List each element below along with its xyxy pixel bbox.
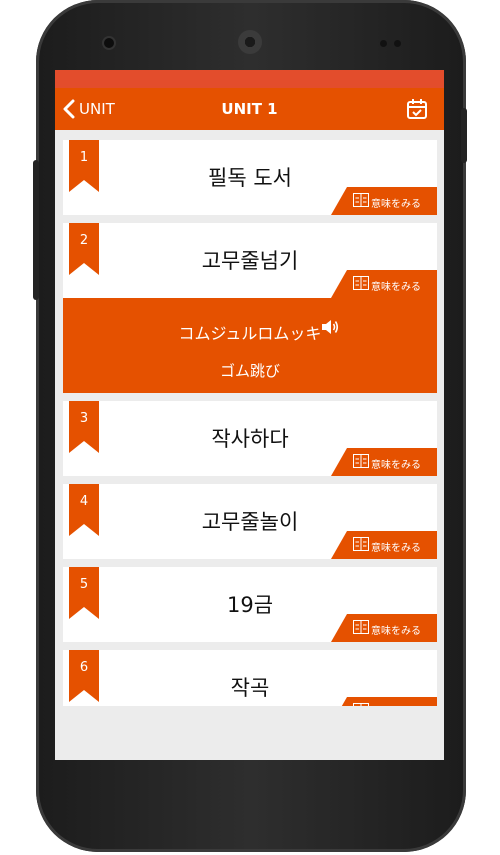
- dictionary-icon: [353, 620, 369, 634]
- show-meaning-button[interactable]: 意味をみる: [331, 614, 437, 642]
- show-meaning-button[interactable]: 意味をみる: [331, 697, 437, 706]
- item-number: 2: [79, 233, 89, 248]
- show-meaning-button[interactable]: 意味をみる: [331, 448, 437, 476]
- calendar-check-icon[interactable]: [406, 98, 428, 120]
- item-number: 5: [79, 577, 89, 592]
- item-number: 4: [79, 494, 89, 509]
- meaning-panel: コムジュルロムッキ ゴム跳び: [63, 298, 437, 393]
- item-number: 6: [79, 660, 89, 675]
- power-button: [461, 108, 467, 163]
- bookmark-icon: [69, 401, 99, 453]
- word-card[interactable]: 2 고무줄넘기 意味をみる: [63, 223, 437, 298]
- show-meaning-label: 意味をみる: [371, 282, 421, 293]
- show-meaning-button[interactable]: 意味をみる: [331, 531, 437, 559]
- dictionary-icon: [353, 454, 369, 468]
- speaker-icon[interactable]: [321, 318, 339, 336]
- sensor-dot: [380, 40, 387, 47]
- word-card[interactable]: 3 작사하다 意味をみる: [63, 401, 437, 476]
- dictionary-icon: [353, 703, 369, 706]
- pronunciation-text: コムジュルロムッキ: [178, 324, 322, 343]
- bookmark-icon: [69, 650, 99, 702]
- show-meaning-label: 意味をみる: [371, 460, 421, 471]
- translation-text: ゴム跳び: [219, 362, 280, 380]
- volume-button: [33, 160, 39, 300]
- word-card[interactable]: 5 19금 意味をみる: [63, 567, 437, 642]
- dictionary-icon: [353, 537, 369, 551]
- word-card[interactable]: 6작곡意味をみる: [63, 650, 437, 706]
- word-list: 1 필독 도서 意味をみる 2 고무줄넘기 意味をみる コムジュルロムッキ ゴム跳び 3 작사하다…: [63, 140, 437, 706]
- bookmark-icon: [69, 140, 99, 192]
- dictionary-icon: [353, 193, 369, 207]
- show-meaning-label: 意味をみる: [371, 199, 421, 210]
- top-bar: UNIT UNIT 1: [55, 88, 444, 130]
- bookmark-icon: [69, 223, 99, 275]
- status-bar: [55, 70, 444, 88]
- app-screen: UNIT UNIT 1 1 필독 도서 意味をみる 2 고무줄넘기 意味をみる コムジュルロ…: [55, 70, 444, 760]
- show-meaning-label: 意味をみる: [371, 626, 421, 637]
- show-meaning-label: 意味をみる: [371, 705, 421, 706]
- front-camera: [238, 30, 262, 54]
- show-meaning-button[interactable]: 意味をみる: [331, 270, 437, 298]
- page-title: UNIT 1: [221, 100, 278, 118]
- word-card[interactable]: 1 필독 도서 意味をみる: [63, 140, 437, 215]
- item-number: 1: [79, 150, 89, 165]
- bookmark-icon: [69, 484, 99, 536]
- dictionary-icon: [353, 276, 369, 290]
- show-meaning-label: 意味をみる: [371, 543, 421, 554]
- bookmark-icon: [69, 567, 99, 619]
- show-meaning-button[interactable]: 意味をみる: [331, 187, 437, 215]
- sensor-dot: [104, 38, 114, 48]
- word-card[interactable]: 4 고무줄놀이 意味をみる: [63, 484, 437, 559]
- item-number: 3: [79, 411, 89, 426]
- sensor-dot: [394, 40, 401, 47]
